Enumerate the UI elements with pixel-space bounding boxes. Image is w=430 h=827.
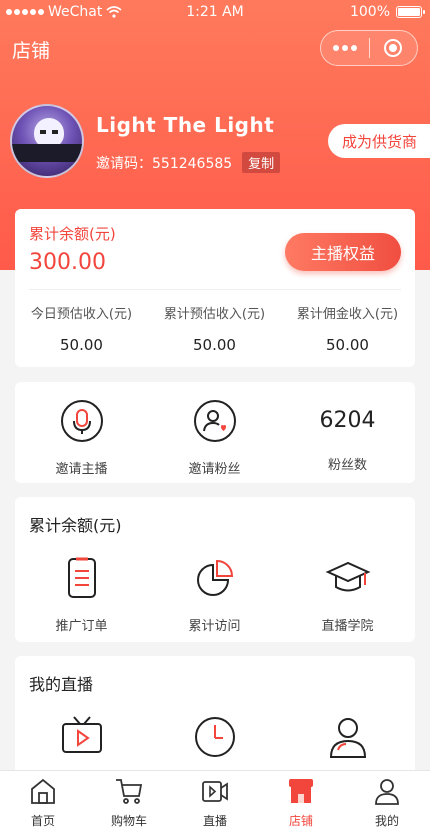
- streamer-rights-button[interactable]: 主播权益: [285, 233, 401, 271]
- avatar-band: [12, 144, 82, 162]
- invite-fans-item[interactable]: 邀请粉丝: [148, 398, 281, 477]
- cart-icon: [116, 779, 143, 804]
- page-title: 店铺: [12, 40, 51, 62]
- fans-count: 6204: [319, 408, 376, 433]
- live-tv-item[interactable]: [15, 714, 148, 764]
- close-miniprogram-icon[interactable]: [369, 39, 417, 57]
- miniprogram-capsule: [320, 30, 418, 66]
- become-supplier-button[interactable]: 成为供货商: [328, 124, 430, 158]
- copy-button[interactable]: 复制: [242, 152, 281, 173]
- invite-card: 邀请主播 邀请粉丝 6204 粉丝数: [15, 382, 415, 483]
- battery-label: 100%: [349, 4, 390, 20]
- tab-cart[interactable]: 购物车: [86, 771, 172, 827]
- pie-chart-icon: [196, 559, 233, 596]
- home-icon: [31, 778, 55, 804]
- tab-mine[interactable]: 我的: [344, 771, 430, 827]
- more-icon[interactable]: [321, 45, 369, 51]
- invite-code: 邀请码：551246585: [96, 155, 233, 172]
- live-profile-item[interactable]: [281, 714, 414, 764]
- person-icon: [329, 718, 366, 758]
- tab-live[interactable]: 直播: [172, 771, 258, 827]
- order-list-icon: [67, 557, 96, 598]
- status-bar: WeChat 1:21 AM 100%: [0, 0, 430, 24]
- total-visits-item[interactable]: 累计访问: [148, 555, 281, 634]
- section-title: 累计余额(元): [29, 516, 122, 535]
- graduation-cap-icon: [325, 561, 370, 592]
- shop-icon: [289, 779, 313, 803]
- username: Light The Light: [96, 113, 275, 137]
- clock-icon: [194, 717, 235, 757]
- fans-count-item[interactable]: 6204 粉丝数: [281, 398, 414, 473]
- invite-streamer-item[interactable]: 邀请主播: [15, 398, 148, 477]
- live-schedule-item[interactable]: [148, 714, 281, 764]
- tv-play-icon: [61, 716, 102, 753]
- divider: [29, 289, 401, 290]
- avatar[interactable]: [10, 104, 84, 178]
- tools-card: 累计余额(元) 推广订单 累计访问 直播学院: [15, 497, 415, 642]
- video-icon: [202, 781, 228, 802]
- stat-today: 今日预估收入(元) 50.00: [30, 307, 133, 354]
- microphone-icon: [60, 400, 103, 442]
- user-heart-icon: [193, 400, 236, 442]
- stat-total-estimated: 累计预估收入(元) 50.00: [163, 307, 266, 354]
- user-icon: [375, 779, 399, 805]
- promotion-orders-item[interactable]: 推广订单: [15, 555, 148, 634]
- tab-shop[interactable]: 店铺: [258, 771, 344, 827]
- balance-title: 累计余额(元): [29, 225, 116, 243]
- invite-code-row: 邀请码：551246585 复制: [96, 152, 281, 173]
- live-academy-item[interactable]: 直播学院: [281, 555, 414, 634]
- balance-card: 累计余额(元) 300.00 主播权益 今日预估收入(元) 50.00 累计预估…: [15, 209, 415, 367]
- tab-bar: 首页 购物车 直播 店铺 我的: [0, 770, 430, 827]
- stat-total-commission: 累计佣金收入(元) 50.00: [296, 307, 399, 354]
- battery-icon: [396, 6, 425, 18]
- tab-home[interactable]: 首页: [0, 771, 86, 827]
- balance-amount: 300.00: [29, 250, 106, 275]
- section-title: 我的直播: [29, 675, 94, 694]
